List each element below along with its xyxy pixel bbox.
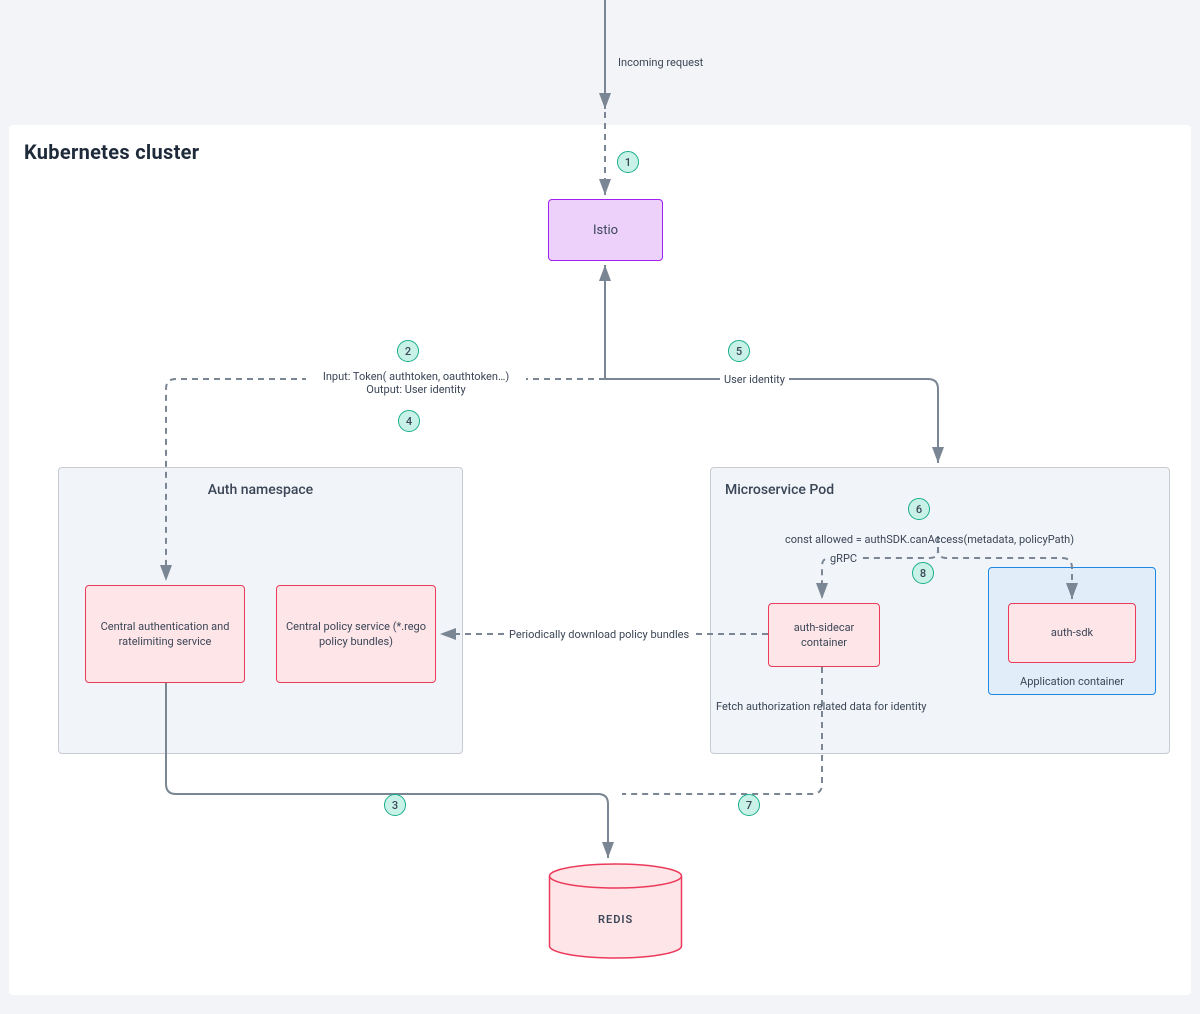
auth-sidecar-label: auth-sidecar container — [775, 620, 873, 651]
input-label: Input: Token( authtoken, oauthtoken…) Ou… — [306, 370, 526, 396]
app-container-label: Application container — [989, 675, 1155, 688]
output-line: Output: User identity — [306, 383, 526, 396]
istio-label: Istio — [593, 223, 618, 238]
user-identity-label: User identity — [720, 373, 789, 386]
policy-download-label: Periodically download policy bundles — [505, 628, 693, 641]
step-4: 4 — [398, 410, 420, 432]
incoming-label: Incoming request — [618, 56, 703, 69]
step-5: 5 — [728, 340, 750, 362]
central-policy-box: Central policy service (*.rego policy bu… — [276, 585, 436, 683]
fetch-auth-label: Fetch authorization related data for ide… — [716, 700, 927, 713]
step-7: 7 — [738, 794, 760, 816]
redis-cylinder — [548, 862, 683, 960]
auth-sdk-box: auth-sdk — [1008, 603, 1136, 663]
step-8: 8 — [912, 562, 934, 584]
can-access-label: const allowed = authSDK.canAccess(metada… — [785, 533, 1074, 546]
auth-sdk-label: auth-sdk — [1051, 625, 1093, 640]
istio-box: Istio — [548, 199, 663, 261]
grpc-label: gRPC — [826, 552, 861, 565]
central-policy-label: Central policy service (*.rego policy bu… — [283, 619, 429, 650]
central-auth-label: Central authentication and ratelimiting … — [92, 619, 238, 650]
step-2: 2 — [397, 340, 419, 362]
cluster-title: Kubernetes cluster — [24, 140, 199, 164]
input-line: Input: Token( authtoken, oauthtoken…) — [306, 370, 526, 383]
central-auth-box: Central authentication and ratelimiting … — [85, 585, 245, 683]
auth-sidecar-box: auth-sidecar container — [768, 603, 880, 667]
ms-pod-title: Microservice Pod — [711, 468, 1169, 498]
auth-namespace-title: Auth namespace — [59, 468, 462, 498]
step-6: 6 — [908, 498, 930, 520]
redis-label: REDIS — [598, 913, 633, 926]
step-1: 1 — [617, 151, 639, 173]
step-3: 3 — [384, 794, 406, 816]
